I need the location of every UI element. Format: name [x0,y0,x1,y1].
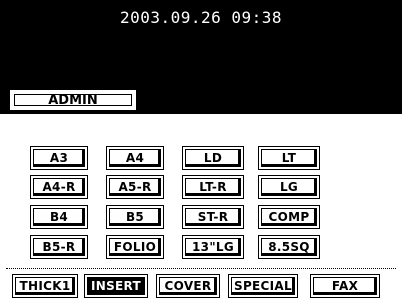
status-header: 2003.09.26 09:38 ADMIN [0,0,402,114]
tab-admin-label: ADMIN [48,92,98,108]
paper-size-b5r-button[interactable]: B5-R [30,235,88,259]
button-label: B5-R [42,240,76,254]
paper-type-fax-button[interactable]: FAX [310,274,380,298]
paper-size-folio-button[interactable]: FOLIO [106,235,164,259]
button-label: FOLIO [113,240,157,254]
paper-size-a4-button[interactable]: A4 [106,146,164,170]
button-label: THICK1 [19,279,71,293]
button-label: SPECIAL [234,279,292,293]
paper-type-thick1-button[interactable]: THICK1 [12,274,78,298]
paper-size-a4r-button[interactable]: A4-R [30,175,88,199]
paper-type-insert-button[interactable]: INSERT [84,274,148,298]
button-label: LT [281,151,297,165]
button-label: A4-R [42,180,76,194]
button-label: A3 [49,151,69,165]
paper-size-13lg-button[interactable]: 13"LG [182,235,244,259]
dotted-divider [6,268,396,269]
date-time: 2003.09.26 09:38 [119,8,283,27]
button-label: LG [279,180,299,194]
paper-size-a5r-button[interactable]: A5-R [106,175,164,199]
button-label: B5 [125,210,145,224]
paper-type-cover-button[interactable]: COVER [156,274,220,298]
button-label: LD [203,151,223,165]
paper-size-b4-button[interactable]: B4 [30,205,88,229]
button-label: A5-R [118,180,152,194]
button-label: B4 [49,210,69,224]
button-label: A4 [125,151,145,165]
tab-admin[interactable]: ADMIN [10,90,136,110]
paper-size-a3-button[interactable]: A3 [30,146,88,170]
paper-size-comp-button[interactable]: COMP [258,205,320,229]
paper-type-special-button[interactable]: SPECIAL [228,274,298,298]
paper-size-85sq-button[interactable]: 8.5SQ [258,235,320,259]
button-label: INSERT [90,279,142,293]
button-label: COVER [164,279,212,293]
paper-size-ld-button[interactable]: LD [182,146,244,170]
button-label: LT-R [199,180,227,194]
paper-size-ltr-button[interactable]: LT-R [182,175,244,199]
button-label: ST-R [197,210,229,224]
paper-size-lt-button[interactable]: LT [258,146,320,170]
button-label: 8.5SQ [268,240,310,254]
paper-size-lg-button[interactable]: LG [258,175,320,199]
paper-size-b5-button[interactable]: B5 [106,205,164,229]
paper-size-str-button[interactable]: ST-R [182,205,244,229]
button-label: FAX [331,279,359,293]
button-label: 13"LG [192,240,234,254]
touch-panel-screen: 2003.09.26 09:38 ADMIN A3 A4 LD LT A4-R … [0,0,402,307]
button-label: COMP [268,210,310,224]
